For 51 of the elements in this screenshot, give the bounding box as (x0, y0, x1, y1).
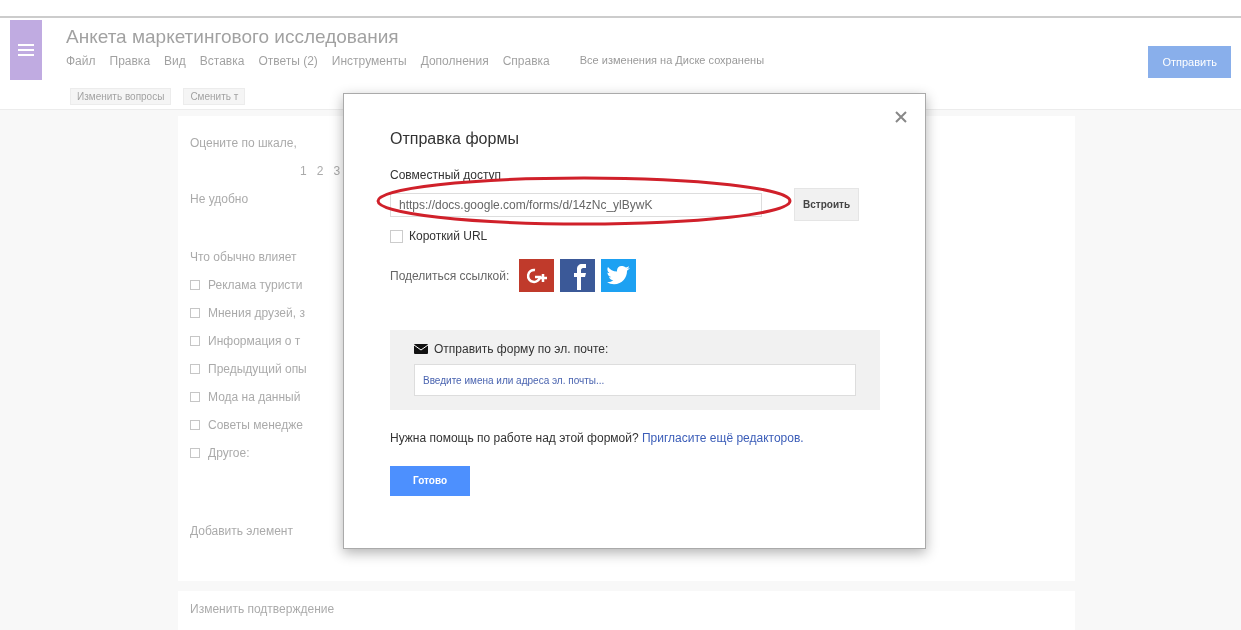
document-title: Анкета маркетингового исследования (66, 26, 400, 48)
checkbox[interactable] (190, 364, 200, 374)
checkbox[interactable] (190, 280, 200, 290)
scale-label: Не удобно (190, 192, 249, 206)
menu-item[interactable]: Вставка (199, 54, 245, 68)
google-plus-icon[interactable] (519, 259, 555, 292)
bird-icon[interactable] (601, 259, 637, 292)
menu-item[interactable]: Дополнения (420, 54, 489, 68)
url-field[interactable]: https://docs.google.com/forms/d/14zNc_ylBywK (390, 192, 762, 217)
help-text: Нужна помощь по работе над этой формой? Пригласите ещё редакторов. (390, 432, 805, 446)
menu-item[interactable]: Инструменты (331, 54, 407, 68)
scale-number: 3 (333, 164, 341, 178)
checkbox[interactable] (190, 392, 200, 402)
menu-item[interactable]: Справка (502, 54, 550, 68)
checkbox[interactable] (190, 420, 200, 430)
option-label: Мода на данный (208, 390, 301, 404)
checkbox[interactable] (190, 448, 200, 458)
embed-button[interactable]: Встроить (794, 188, 860, 221)
email-field[interactable]: Введите имена или адреса эл. почты... (414, 364, 856, 396)
checkbox[interactable] (390, 229, 403, 243)
forms-logo-icon[interactable] (10, 20, 42, 80)
option-label: Информация о т (208, 334, 301, 348)
email-label: Отправить форму по эл. почте: (434, 342, 609, 356)
checkbox[interactable] (190, 336, 200, 346)
option-label: Реклама туристи (208, 278, 303, 292)
done-button[interactable]: Готово (390, 465, 470, 496)
share-link-label: Поделиться ссылкой: (390, 268, 510, 283)
envelope-icon (414, 344, 428, 354)
menu-item[interactable]: Файл (66, 54, 96, 68)
question-text: Что обычно влияет (190, 250, 297, 264)
toolbar-button[interactable]: Изменить вопросы (70, 88, 172, 105)
invite-link[interactable]: Пригласите ещё редакторов. (641, 431, 804, 445)
option-label: Мнения друзей, з (208, 306, 305, 320)
menu-item[interactable]: Вид (164, 54, 186, 68)
scale-number: 1 (300, 164, 307, 178)
option-label: Предыдущий опы (208, 362, 307, 376)
scale-number: 2 (316, 164, 324, 178)
confirmation-button[interactable]: Изменить подтверждение (190, 602, 335, 617)
checkbox-label: Короткий URL (409, 229, 488, 243)
question-text: Оцените по шкале, (190, 136, 297, 150)
facebook-icon[interactable] (560, 259, 596, 292)
save-status: Все изменения на Диске сохранены (579, 54, 765, 68)
add-item-button[interactable]: Добавить элемент (190, 524, 293, 538)
menu-item[interactable]: Ответы (2) (258, 54, 318, 68)
menu-item[interactable]: Правка (109, 54, 151, 68)
option-label: Другое: (208, 446, 250, 460)
dialog-title: Отправка формы (390, 130, 520, 148)
toolbar-button[interactable]: Сменить т (183, 88, 246, 105)
send-button[interactable]: Отправить (1148, 46, 1231, 78)
checkbox[interactable] (190, 308, 200, 318)
option-label: Советы менедже (208, 418, 303, 432)
